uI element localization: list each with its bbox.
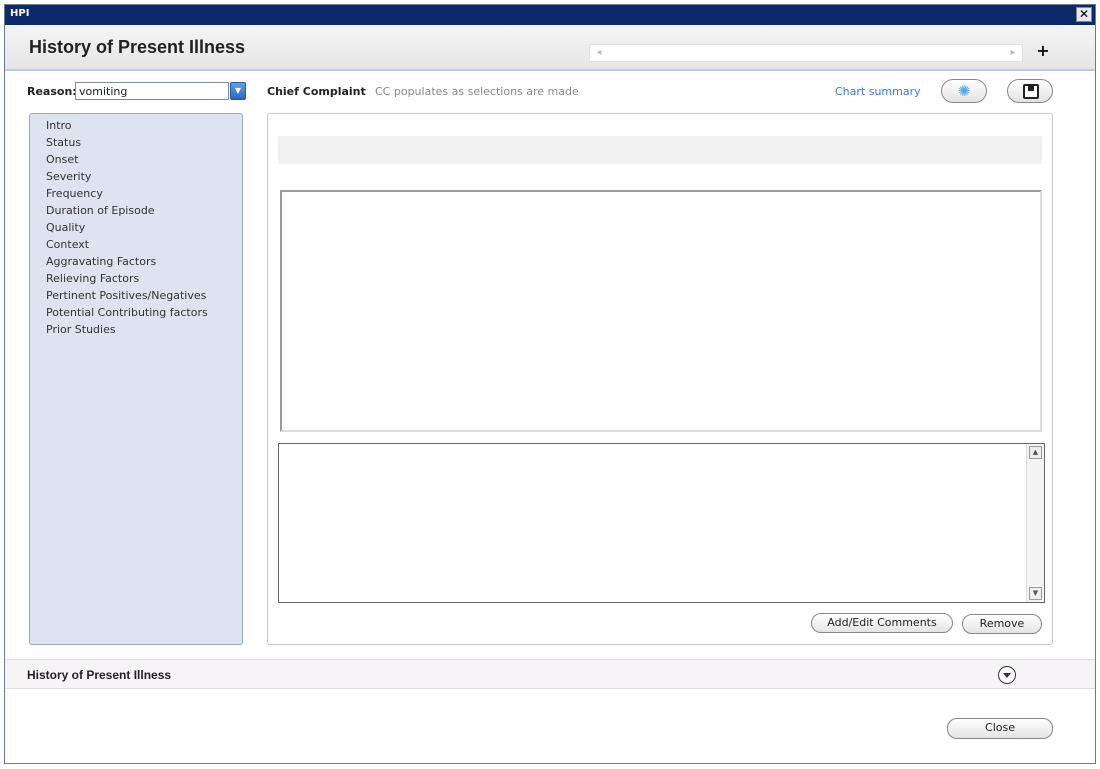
- page-header: History of Present Illness ◂ ▸ +: [5, 25, 1095, 71]
- sidebar-item-prior-studies[interactable]: Prior Studies: [30, 322, 242, 339]
- remove-button[interactable]: Remove: [962, 614, 1042, 634]
- window-title: HPI: [10, 8, 30, 19]
- reason-dropdown-icon[interactable]: ▼: [230, 82, 246, 100]
- scroll-down-icon[interactable]: ▼: [1029, 587, 1042, 600]
- title-bar: HPI ✕: [5, 5, 1095, 25]
- expand-chevron-icon[interactable]: [998, 666, 1016, 684]
- reason-input[interactable]: vomiting: [75, 82, 229, 100]
- nav-right-icon[interactable]: ▸: [1006, 46, 1020, 60]
- sidebar-item-status[interactable]: Status: [30, 135, 242, 152]
- window-close-icon[interactable]: ✕: [1076, 7, 1092, 22]
- sidebar-item-context[interactable]: Context: [30, 237, 242, 254]
- refresh-button[interactable]: ✺: [941, 79, 987, 103]
- add-edit-comments-button[interactable]: Add/Edit Comments: [811, 613, 953, 633]
- sidebar-item-severity[interactable]: Severity: [30, 169, 242, 186]
- close-button[interactable]: Close: [947, 718, 1053, 739]
- sidebar-item-aggravating[interactable]: Aggravating Factors: [30, 254, 242, 271]
- save-button[interactable]: [1007, 79, 1053, 103]
- sidebar-item-quality[interactable]: Quality: [30, 220, 242, 237]
- section-title: History of Present Illness: [27, 668, 172, 682]
- main-panel: ▲ ▼ Add/Edit Comments Remove: [267, 113, 1053, 645]
- chief-complaint-label: Chief Complaint: [267, 85, 366, 98]
- section-header[interactable]: History of Present Illness: [5, 659, 1095, 689]
- sidebar-item-relieving[interactable]: Relieving Factors: [30, 271, 242, 288]
- floppy-disk-icon: [1023, 84, 1039, 99]
- navigation-track[interactable]: ◂ ▸: [589, 44, 1023, 62]
- hpi-section-list: Intro Status Onset Severity Frequency Du…: [29, 113, 243, 645]
- sidebar-item-pertinent[interactable]: Pertinent Positives/Negatives: [30, 288, 242, 305]
- chart-summary-link[interactable]: Chart summary: [835, 85, 921, 98]
- sidebar-item-frequency[interactable]: Frequency: [30, 186, 242, 203]
- reason-label: Reason:: [27, 85, 77, 98]
- comments-scrollbar[interactable]: ▲ ▼: [1026, 444, 1044, 602]
- scroll-up-icon[interactable]: ▲: [1029, 446, 1042, 459]
- add-icon[interactable]: +: [1035, 42, 1051, 60]
- comments-textarea[interactable]: ▲ ▼: [278, 443, 1045, 603]
- nav-left-icon[interactable]: ◂: [592, 46, 606, 60]
- sidebar-item-contributing[interactable]: Potential Contributing factors: [30, 305, 242, 322]
- sidebar-item-onset[interactable]: Onset: [30, 152, 242, 169]
- refresh-icon: ✺: [957, 82, 971, 100]
- chief-complaint-hint: CC populates as selections are made: [375, 85, 579, 98]
- selection-area[interactable]: [280, 190, 1042, 432]
- sidebar-item-duration[interactable]: Duration of Episode: [30, 203, 242, 220]
- chief-complaint-display: [278, 136, 1042, 164]
- hpi-window: HPI ✕ History of Present Illness ◂ ▸ + R…: [4, 4, 1096, 764]
- sidebar-item-intro[interactable]: Intro: [30, 118, 242, 135]
- page-title: History of Present Illness: [29, 37, 246, 57]
